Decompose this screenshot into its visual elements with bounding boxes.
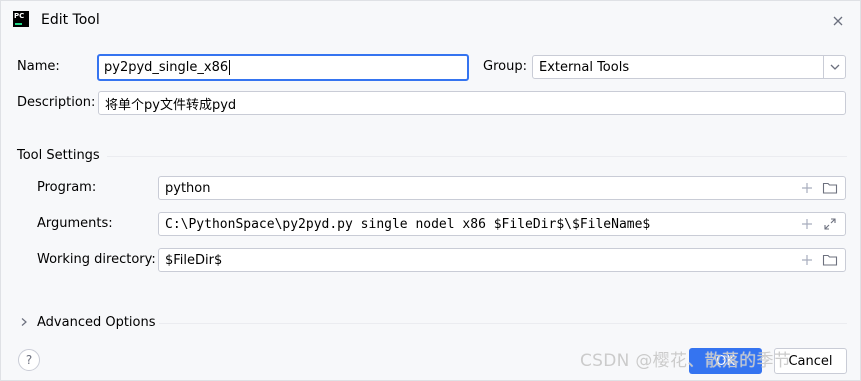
expand-icon[interactable] bbox=[821, 215, 839, 233]
program-label: Program: bbox=[37, 180, 97, 195]
app-icon-text: PC bbox=[14, 12, 25, 20]
dialog-title: Edit Tool bbox=[41, 12, 100, 28]
working-directory-label: Working directory: bbox=[37, 252, 156, 267]
arguments-label: Arguments: bbox=[37, 216, 113, 231]
plus-icon[interactable] bbox=[798, 179, 816, 197]
folder-icon[interactable] bbox=[821, 251, 839, 269]
name-label: Name: bbox=[17, 59, 60, 74]
ok-button[interactable]: OK bbox=[689, 348, 762, 374]
working-directory-value: $FileDir$ bbox=[165, 252, 223, 268]
group-select[interactable]: External Tools bbox=[532, 55, 846, 79]
group-value: External Tools bbox=[539, 59, 630, 75]
program-value: python bbox=[165, 180, 211, 196]
chevron-right-icon[interactable] bbox=[15, 313, 33, 331]
cancel-button[interactable]: Cancel bbox=[774, 348, 847, 374]
plus-icon[interactable] bbox=[798, 251, 816, 269]
advanced-options-toggle[interactable]: Advanced Options bbox=[37, 315, 156, 330]
description-input[interactable]: 将单个py文件转成pyd bbox=[98, 91, 846, 115]
arguments-value: C:\PythonSpace\py2pyd.py single nodel x8… bbox=[165, 216, 651, 232]
pycharm-logo-icon: PC bbox=[13, 11, 29, 27]
ok-label: OK bbox=[716, 353, 735, 369]
edit-tool-dialog: PC Edit Tool Name: py2pyd_single_x86 Gro… bbox=[0, 0, 861, 381]
description-value: 将单个py文件转成pyd bbox=[105, 97, 237, 113]
description-label: Description: bbox=[17, 95, 96, 110]
name-input[interactable]: py2pyd_single_x86 bbox=[97, 54, 469, 81]
section-divider bbox=[107, 156, 847, 157]
help-icon[interactable]: ? bbox=[18, 349, 40, 371]
title-bar: PC Edit Tool bbox=[1, 1, 860, 41]
close-icon[interactable] bbox=[828, 11, 848, 31]
help-label: ? bbox=[25, 353, 33, 367]
name-value: py2pyd_single_x86 bbox=[104, 60, 229, 75]
folder-icon[interactable] bbox=[821, 179, 839, 197]
chevron-down-icon[interactable] bbox=[823, 56, 845, 78]
tool-settings-title: Tool Settings bbox=[17, 148, 100, 163]
working-directory-input[interactable]: $FileDir$ bbox=[158, 248, 846, 272]
program-input[interactable]: python bbox=[158, 176, 846, 200]
plus-icon[interactable] bbox=[798, 215, 816, 233]
cancel-label: Cancel bbox=[788, 353, 833, 369]
arguments-input[interactable]: C:\PythonSpace\py2pyd.py single nodel x8… bbox=[158, 212, 846, 236]
advanced-divider bbox=[159, 323, 847, 324]
text-caret bbox=[229, 60, 231, 75]
group-label: Group: bbox=[483, 59, 527, 74]
